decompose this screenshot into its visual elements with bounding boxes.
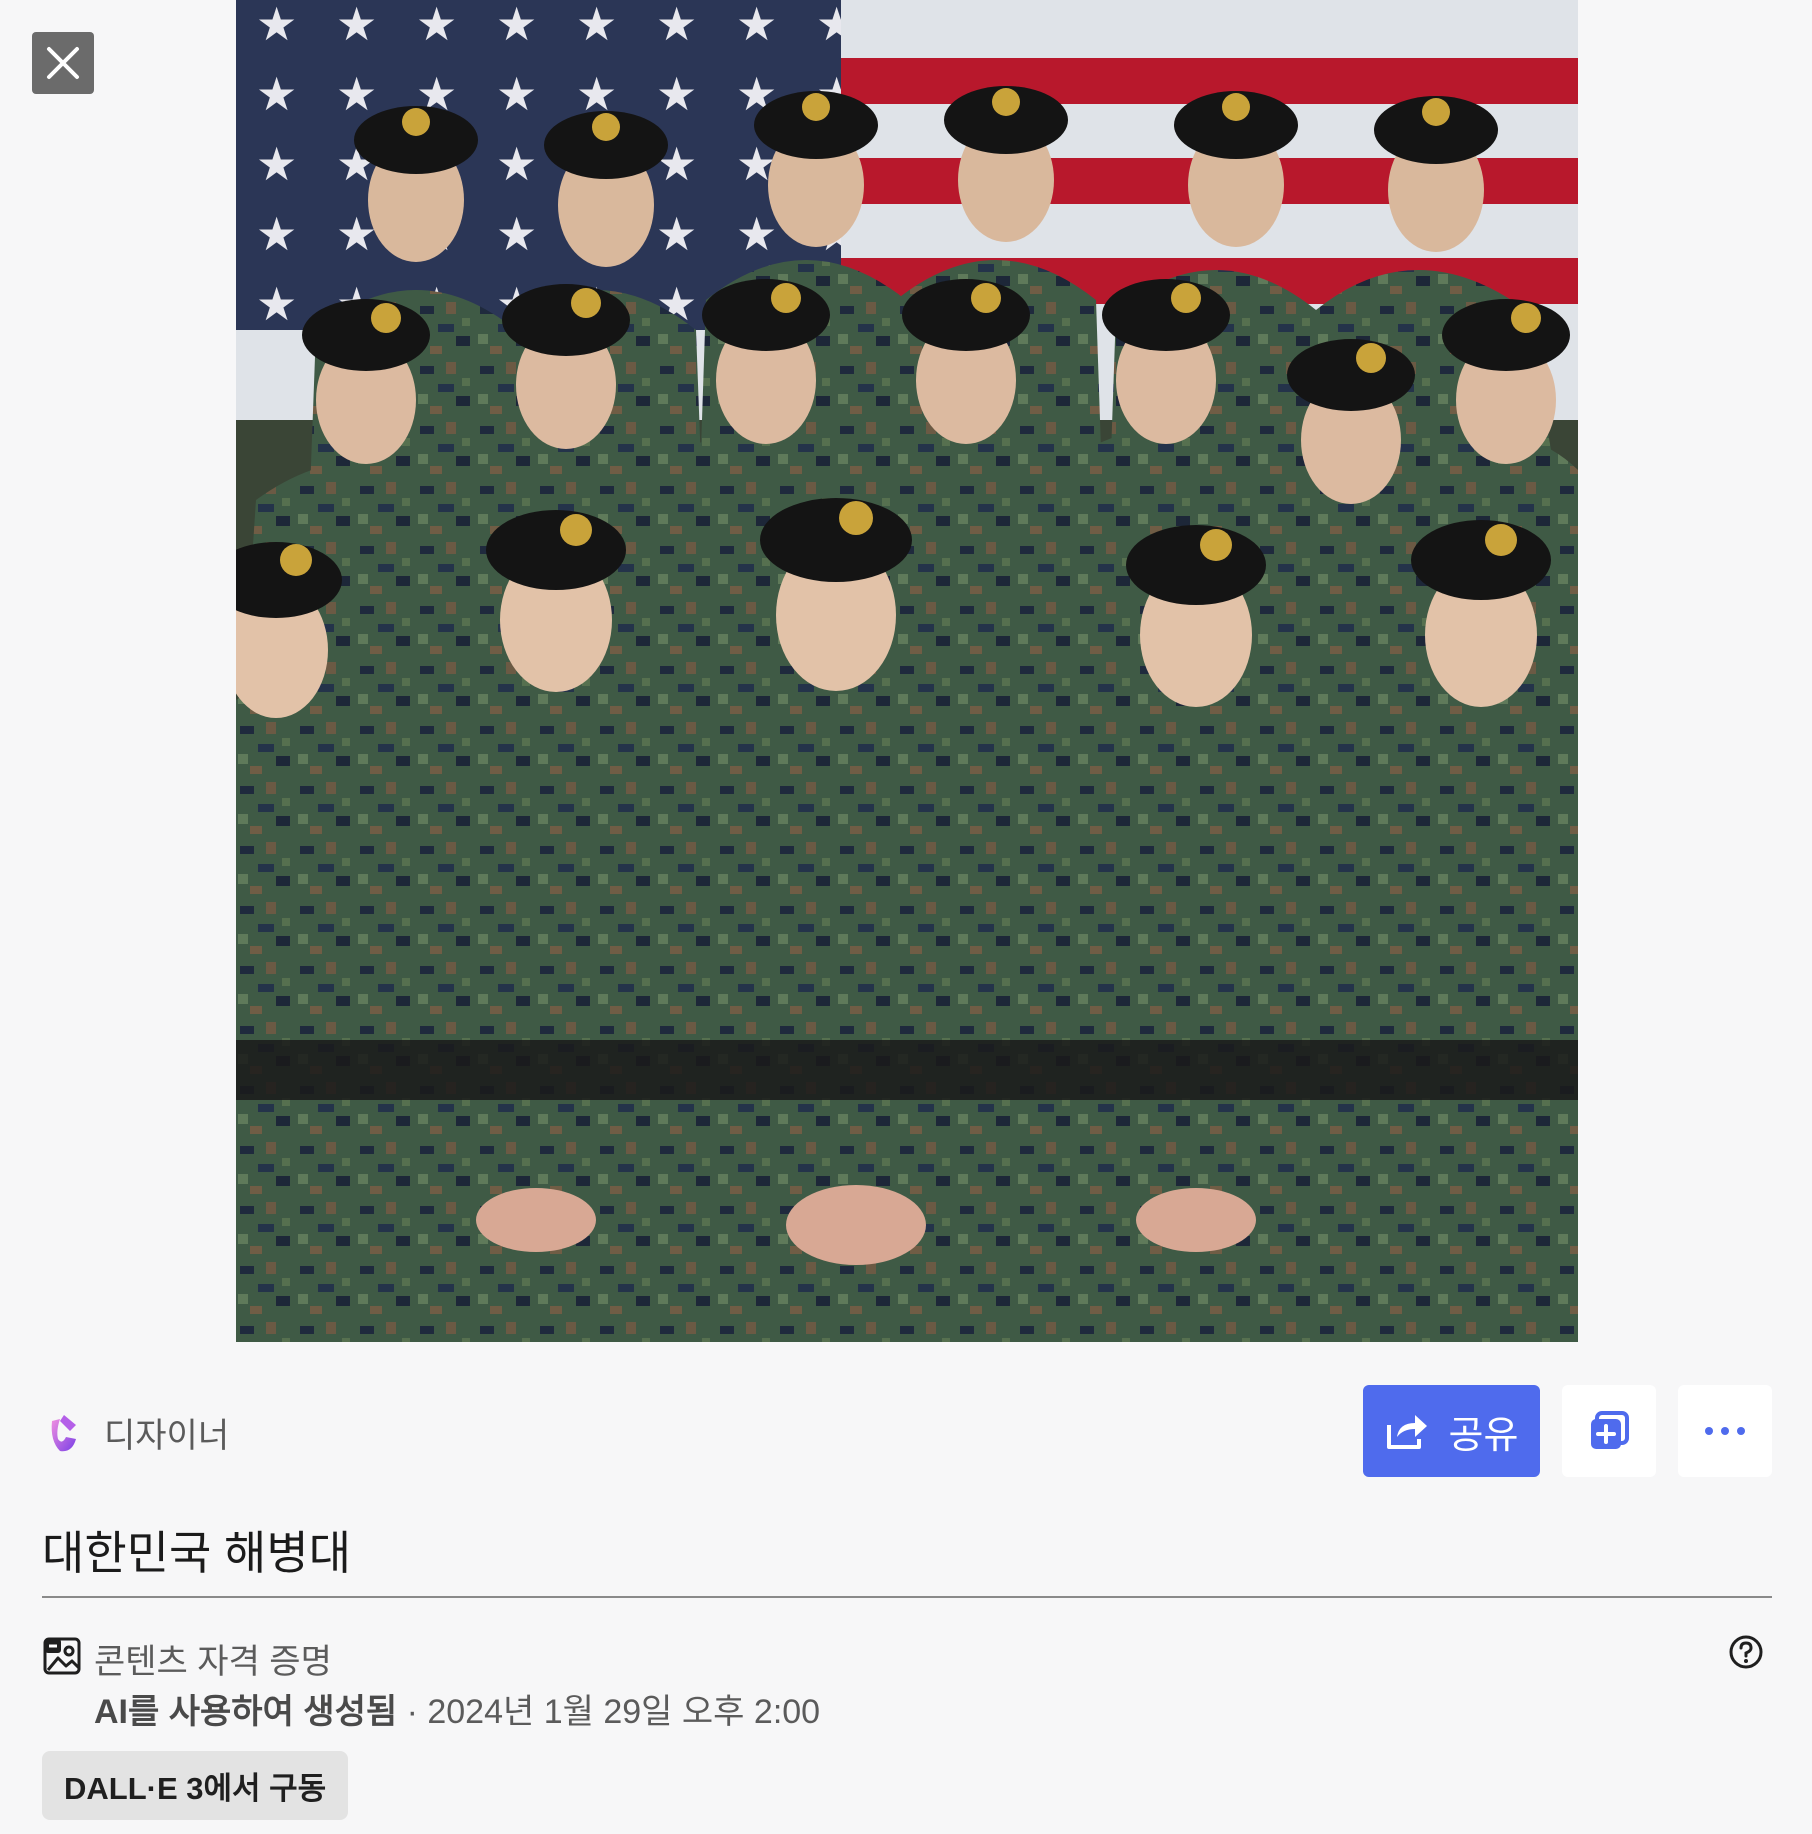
- generated-image[interactable]: ★: [236, 0, 1578, 1342]
- more-options-icon: [1705, 1427, 1745, 1435]
- content-credentials-heading: 콘텐츠 자격 증명: [94, 1643, 332, 1681]
- image-viewer: ★: [0, 0, 1812, 1834]
- divider: [42, 1596, 1772, 1598]
- powered-by-badge: DALL·E 3에서 구동: [42, 1751, 349, 1820]
- share-button[interactable]: 공유: [1363, 1385, 1540, 1477]
- generated-image-illustration: ★: [236, 0, 1578, 1342]
- creator-name: 디자이너: [104, 1417, 230, 1455]
- generation-timestamp: 2024년 1월 29일 오후 2:00: [427, 1693, 821, 1731]
- content-credentials-icon: [43, 1637, 81, 1675]
- action-toolbar: 공유: [1363, 1385, 1772, 1477]
- share-icon: [1386, 1415, 1427, 1449]
- credentials-separator: ·: [397, 1693, 428, 1731]
- designer-logo-icon: [51, 1414, 76, 1451]
- creator-attribution[interactable]: 디자이너: [42, 1408, 229, 1457]
- add-to-collection-icon: [1591, 1411, 1629, 1449]
- more-options-button[interactable]: [1678, 1385, 1772, 1477]
- close-button[interactable]: [32, 32, 94, 94]
- generated-by-ai-label: AI를 사용하여 생성됨: [94, 1693, 398, 1731]
- share-label: 공유: [1448, 1414, 1519, 1457]
- help-icon[interactable]: [1728, 1634, 1764, 1670]
- close-icon: [47, 47, 79, 79]
- image-title: 대한민국 해병대: [42, 1527, 352, 1579]
- content-credentials-detail: AI를 사용하여 생성됨 · 2024년 1월 29일 오후 2:00: [94, 1684, 820, 1733]
- add-to-collection-button[interactable]: [1562, 1385, 1656, 1477]
